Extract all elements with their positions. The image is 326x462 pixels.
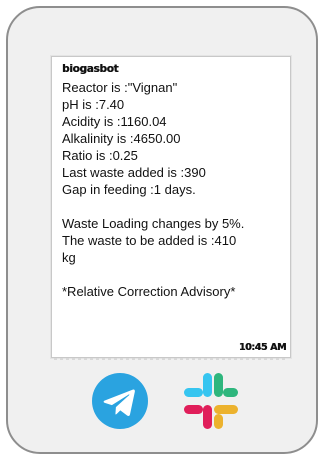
message-line-reactor: Reactor is :"Vignan" — [62, 80, 178, 95]
message-line-ratio: Ratio is :0.25 — [62, 148, 138, 163]
message-line-last-waste: Last waste added is :390 — [62, 165, 206, 180]
message-line-acidity: Acidity is :1160.04 — [62, 114, 167, 129]
message-line-waste-to-add: The waste to be added is :410 — [62, 233, 237, 248]
message-sender: biogasbot — [62, 63, 119, 75]
message-line-loading-change: Waste Loading changes by 5%. — [62, 216, 245, 231]
slack-icon[interactable] — [180, 371, 240, 431]
telegram-icon[interactable] — [92, 373, 148, 429]
message-line-alkalinity: Alkalinity is :4650.00 — [62, 131, 181, 146]
message-line-ph: pH is :7.40 — [62, 97, 125, 112]
message-line-unit: kg — [62, 250, 76, 265]
message-line-feeding-gap: Gap in feeding :1 days. — [62, 182, 196, 197]
chat-screen: biogasbot Reactor is :"Vignan" pH is :7.… — [51, 56, 291, 360]
message-bubble: biogasbot Reactor is :"Vignan" pH is :7.… — [62, 63, 282, 300]
message-line-advisory: *Relative Correction Advisory* — [62, 284, 236, 299]
message-timestamp: 10:45 AM — [238, 342, 287, 353]
app-icons — [0, 362, 326, 452]
